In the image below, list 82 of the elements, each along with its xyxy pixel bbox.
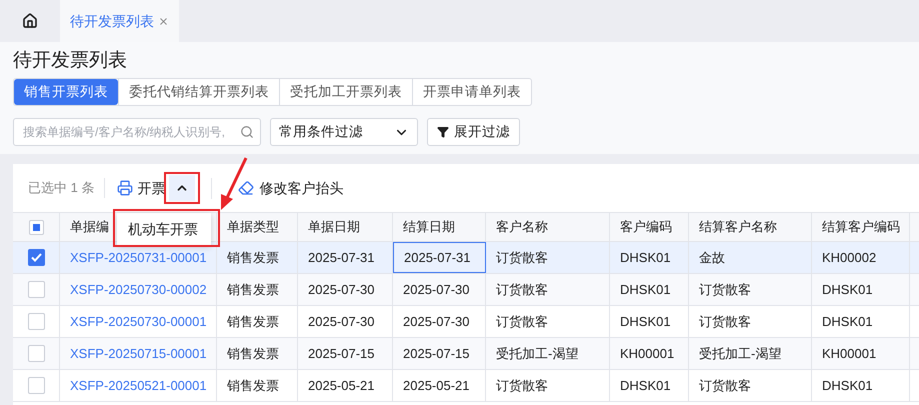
filter-dropdown[interactable]: 常用条件过滤 [270,118,418,146]
table-cell-text: 订货散客 [496,376,548,395]
list-tab[interactable]: 销售开票列表 [14,79,118,105]
table-cell-text: 金故 [699,248,725,267]
table-cell-text: 2025-07-30 [308,280,374,299]
document-link[interactable]: XSFP-20250731-00001 [70,248,207,268]
table-cell-text: 订货散客 [699,280,751,299]
checkbox[interactable] [28,345,44,362]
table-cell-text: 销售发票 [227,376,279,395]
table-cell-text: 2025-07-30 [308,312,374,331]
table-cell-text: 2025-07-31 [404,248,470,267]
table-cell-text: 受托加工-渴望 [699,344,782,363]
checkbox[interactable] [28,377,44,394]
table-cell-text: DHSK01 [822,376,873,395]
eraser-icon [238,180,254,196]
table-row[interactable]: XSFP-20250730-00002 销售发票 2025-07-30 2025-07-30 订货散客 DHSK01 订货散客 DHSK01 [13,274,919,306]
table-cell-text: 销售发票 [227,280,279,299]
table-cell-text: DHSK01 [620,248,671,267]
column-header: 结算客户名称 [699,218,777,236]
table-cell-text: DHSK01 [620,280,671,299]
document-link[interactable]: XSFP-20250730-00002 [70,280,207,300]
checkbox[interactable] [28,220,44,234]
column-header: 结算客户编码 [822,218,900,236]
menu-item[interactable]: 机动车开票 [117,219,211,239]
checkbox[interactable] [28,313,44,330]
table-cell-text: 订货散客 [699,312,751,331]
filter-icon [437,126,449,138]
table-cell-text: DHSK01 [620,312,671,331]
column-header: 客户名称 [496,218,548,236]
tab-label: 待开发票列表 [70,12,154,30]
list-tab[interactable]: 开票申请单列表 [412,79,531,105]
table-row[interactable]: XSFP-20250731-00001 销售发票 2025-07-31 2025-07-31 订货散客 DHSK01 金故 KH00002 [13,242,919,274]
expand-filter-button[interactable]: 展开过滤 [427,118,520,146]
list-tab[interactable]: 委托代销结算开票列表 [118,79,279,105]
close-icon[interactable] [158,16,169,26]
list-tab[interactable]: 受托加工开票列表 [279,79,412,105]
table-cell-text: KH00001 [620,344,674,363]
checkmark-icon [30,253,42,262]
table-cell-text: DHSK01 [822,312,873,331]
column-header: 单据日期 [308,218,360,236]
invoice-button[interactable]: 开票 [117,178,166,198]
selection-count: 已选中 1 条 [28,178,106,198]
table-cell-text: 订货散客 [496,280,548,299]
table-cell-text: 2025-05-21 [308,376,374,395]
table-cell-text: DHSK01 [822,280,873,299]
checkbox[interactable] [28,281,44,298]
table-row[interactable]: XSFP-20250730-00001 销售发票 2025-07-30 2025-07-30 订货散客 DHSK01 订货散客 DHSK01 [13,306,919,338]
annotation-arrow [221,157,248,210]
table-cell-text: 2025-07-15 [308,344,374,363]
table-cell-text: 2025-07-15 [403,344,470,363]
table-cell-text: 2025-05-21 [403,376,470,395]
menu-toggle-button[interactable] [169,175,196,201]
table-cell-text: 2025-07-30 [403,312,470,331]
table-cell-text: 销售发票 [227,248,279,267]
document-link[interactable]: XSFP-20250730-00001 [70,312,207,332]
checkbox[interactable] [28,249,44,266]
table-row[interactable]: XSFP-20250715-00001 销售发票 2025-07-15 2025-07-15 受托加工-渴望 KH00001 受托加工-渴望 KH00001 [13,338,919,370]
table-row[interactable]: XSFP-20250521-00001 销售发票 2025-05-21 2025-05-21 订货散客 DHSK01 订货散客 DHSK01 [13,370,919,402]
search-field[interactable]: 搜索单据编号/客户名称/纳税人识别号, [13,118,261,146]
page-tab[interactable]: 待开发票列表 [60,0,179,42]
table-cell-text: KH00002 [822,248,876,267]
table-cell-text: 销售发票 [227,312,279,331]
column-header: 单据编 [70,218,109,236]
table-cell-text: 销售发票 [227,344,279,363]
column-header: 客户编码 [620,218,672,236]
table-cell-text: 受托加工-渴望 [496,344,578,363]
document-link[interactable]: XSFP-20250715-00001 [70,344,207,364]
document-link[interactable]: XSFP-20250521-00001 [70,376,207,396]
table-cell-text: 订货散客 [496,312,548,331]
table-cell-text: 2025-07-30 [403,280,470,299]
table-cell-text: 订货散客 [496,248,548,267]
table-cell-text: DHSK01 [620,376,671,395]
column-header: 单据类型 [227,218,279,236]
column-header: 结算日期 [403,218,455,236]
table-cell-text: 2025-07-31 [308,248,374,267]
highlight-frame [164,172,200,204]
page-title: 待开发票列表 [13,49,128,73]
printer-icon [117,180,134,196]
search-icon[interactable] [240,125,254,139]
table-cell-text: KH00001 [822,344,876,363]
table-cell-text: 订货散客 [699,376,751,395]
home-icon[interactable] [22,13,38,29]
